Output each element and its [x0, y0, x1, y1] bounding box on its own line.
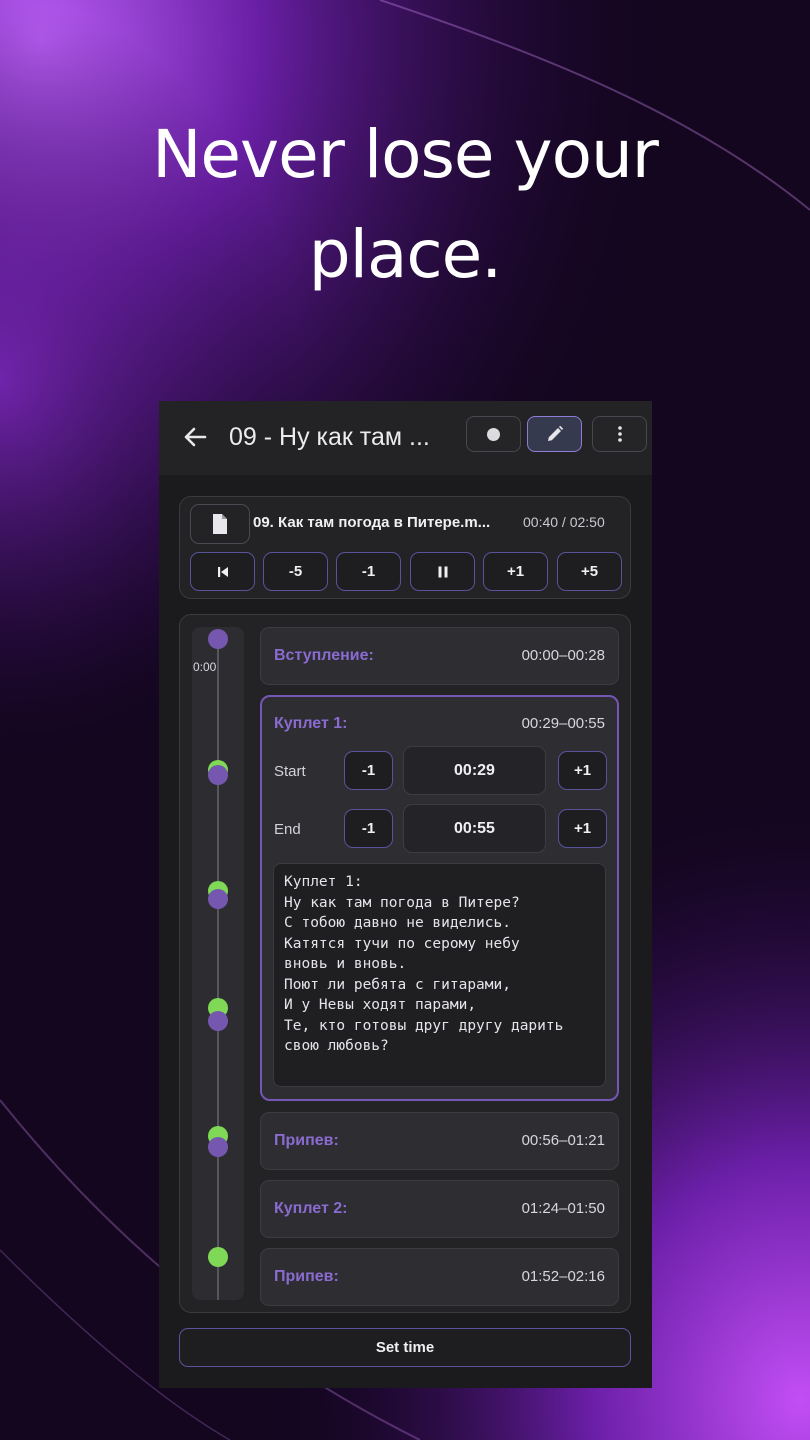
start-time-field[interactable]: 00:29	[403, 746, 546, 795]
section-range: 00:00–00:28	[521, 647, 605, 664]
file-icon	[213, 514, 227, 534]
headline-line-2: place.	[308, 216, 503, 293]
section-range: 00:56–01:21	[521, 1132, 605, 1149]
record-button[interactable]	[466, 416, 521, 452]
section-item-selected[interactable]: Куплет 1: 00:29–00:55 Start -1 00:29 +1 …	[260, 695, 619, 1101]
section-marker-purple[interactable]	[208, 629, 228, 649]
headline: Never lose your place.	[0, 105, 810, 305]
timeline-start-label: 0:00	[193, 660, 217, 674]
timeline-line	[217, 639, 219, 1300]
section-marker-purple[interactable]	[208, 1137, 228, 1157]
start-plus-button[interactable]: +1	[558, 751, 607, 790]
more-options-button[interactable]	[592, 416, 647, 452]
section-item[interactable]: Припев: 01:52–02:16	[260, 1248, 619, 1306]
section-range: 01:24–01:50	[521, 1200, 605, 1217]
section-name: Вступление:	[274, 647, 374, 664]
forward-1-button[interactable]: +1	[483, 552, 548, 591]
start-label: Start	[274, 763, 306, 780]
edit-button[interactable]	[527, 416, 582, 452]
section-marker-purple[interactable]	[208, 765, 228, 785]
playback-time: 00:40 / 02:50	[523, 514, 605, 530]
skip-previous-icon	[217, 566, 228, 577]
timeline-track[interactable]: 0:00	[192, 627, 244, 1300]
section-range: 01:52–02:16	[521, 1268, 605, 1285]
app-bar: 09 - Ну как там ...	[159, 401, 652, 475]
section-marker-purple[interactable]	[208, 889, 228, 909]
lyrics-textarea[interactable]: Куплет 1: Ну как там погода в Питере? С …	[273, 863, 606, 1087]
end-label: End	[274, 821, 301, 838]
end-plus-button[interactable]: +1	[558, 809, 607, 848]
section-name: Припев:	[274, 1132, 339, 1149]
section-marker-purple[interactable]	[208, 1011, 228, 1031]
rewind-5-button[interactable]: -5	[263, 552, 328, 591]
section-range: 00:29–00:55	[521, 715, 605, 732]
headline-line-1: Never lose your	[152, 116, 659, 193]
section-name: Припев:	[274, 1268, 339, 1285]
pause-button[interactable]	[410, 552, 475, 591]
record-icon	[487, 427, 500, 441]
start-minus-button[interactable]: -1	[344, 751, 393, 790]
section-item[interactable]: Припев: 00:56–01:21	[260, 1112, 619, 1170]
player-card: 09. Как там погода в Питере.m... 00:40 /…	[179, 496, 631, 599]
end-time-field[interactable]: 00:55	[403, 804, 546, 853]
rewind-1-button[interactable]: -1	[336, 552, 401, 591]
skip-to-start-button[interactable]	[190, 552, 255, 591]
back-arrow-icon[interactable]	[179, 421, 211, 453]
set-time-button[interactable]: Set time	[179, 1328, 631, 1367]
more-vertical-icon	[617, 426, 622, 442]
sections-panel: 0:00 Вступление: 00:00–00:28 Куплет 1: 0…	[179, 614, 631, 1313]
section-item[interactable]: Куплет 2: 01:24–01:50	[260, 1180, 619, 1238]
pause-icon	[438, 566, 447, 577]
section-item[interactable]: Вступление: 00:00–00:28	[260, 627, 619, 685]
section-marker-green[interactable]	[208, 1247, 228, 1267]
pencil-icon	[547, 425, 563, 441]
file-name: 09. Как там погода в Питере.m...	[253, 514, 491, 531]
page-title: 09 - Ну как там ...	[229, 423, 430, 451]
end-minus-button[interactable]: -1	[344, 809, 393, 848]
section-name: Куплет 1:	[274, 715, 348, 732]
open-file-button[interactable]	[190, 504, 250, 544]
phone-screen: 09 - Ну как там ... 09. Как там погода в…	[159, 401, 652, 1388]
section-name: Куплет 2:	[274, 1200, 348, 1217]
forward-5-button[interactable]: +5	[557, 552, 622, 591]
